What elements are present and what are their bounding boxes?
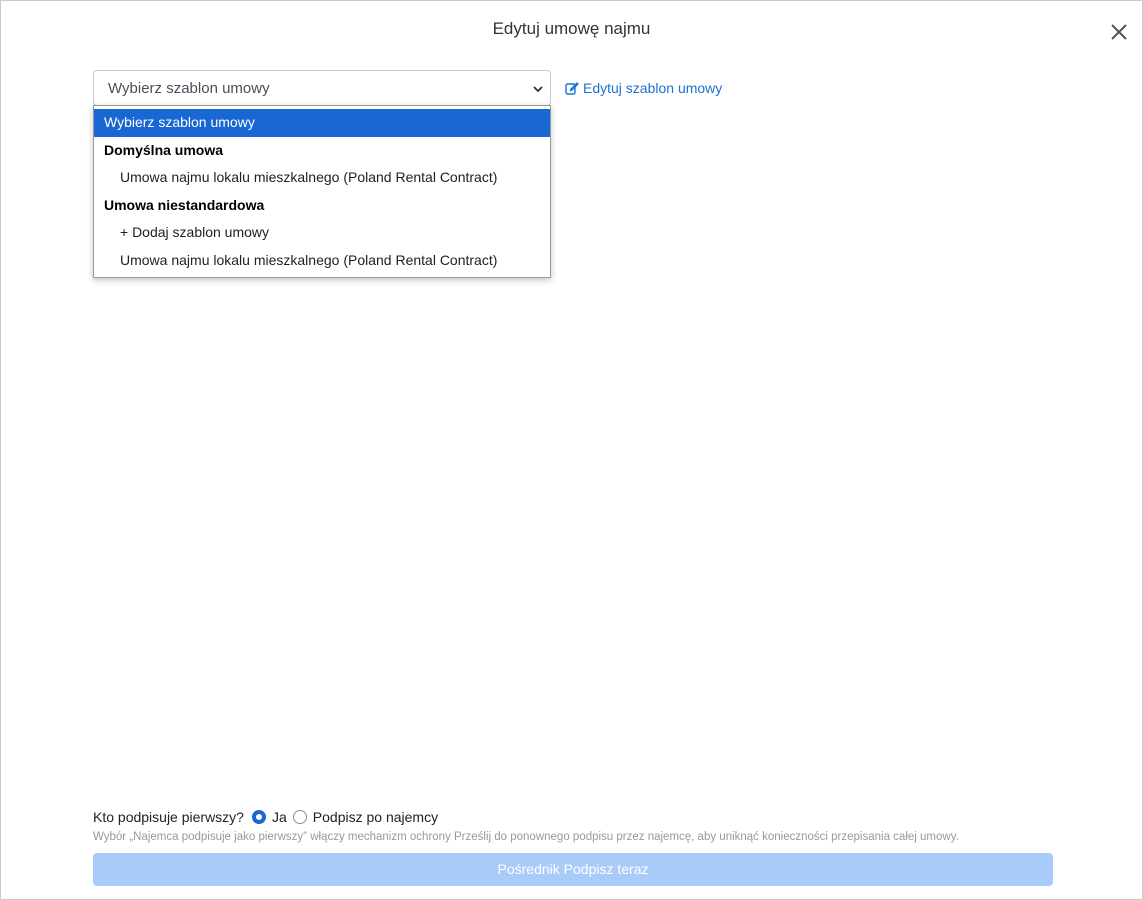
edit-lease-modal: Edytuj umowę najmu Wybierz szablon umowy… — [0, 0, 1143, 900]
dropdown-option-placeholder[interactable]: Wybierz szablon umowy — [94, 109, 550, 137]
radio-me-first[interactable] — [251, 810, 266, 824]
sign-now-button[interactable]: Pośrednik Podpisz teraz — [93, 853, 1053, 886]
modal-title: Edytuj umowę najmu — [492, 19, 651, 38]
signer-hint: Wybór „Najemca podpisuje jako pierwszy” … — [93, 831, 959, 843]
close-button[interactable] — [1108, 21, 1130, 43]
dropdown-option-default-contract[interactable]: Umowa najmu lokalu mieszkalnego (Poland … — [94, 164, 550, 192]
edit-template-link-label: Edytuj szablon umowy — [583, 80, 723, 96]
close-icon — [1111, 24, 1127, 40]
signer-order-row: Kto podpisuje pierwszy? Ja Podpisz po na… — [93, 809, 444, 825]
template-select[interactable]: Wybierz szablon umowy — [93, 70, 551, 106]
template-dropdown-list: Wybierz szablon umowy Domyślna umowa Umo… — [93, 105, 551, 278]
radio-after-tenant-label: Podpisz po najemcy — [312, 809, 439, 825]
dropdown-option-add-template[interactable]: + Dodaj szablon umowy — [94, 219, 550, 247]
edit-icon — [565, 82, 579, 95]
template-select-value: Wybierz szablon umowy — [108, 80, 270, 97]
dropdown-option-custom-contract[interactable]: Umowa najmu lokalu mieszkalnego (Poland … — [94, 247, 550, 275]
dropdown-group-default: Domyślna umowa — [104, 141, 224, 158]
radio-me-first-label: Ja — [271, 809, 287, 825]
signer-question: Kto podpisuje pierwszy? — [93, 809, 244, 825]
dropdown-group-custom: Umowa niestandardowa — [104, 196, 265, 213]
edit-template-link[interactable]: Edytuj szablon umowy — [565, 80, 722, 96]
chevron-down-icon — [533, 86, 543, 93]
radio-after-tenant[interactable] — [292, 810, 307, 824]
